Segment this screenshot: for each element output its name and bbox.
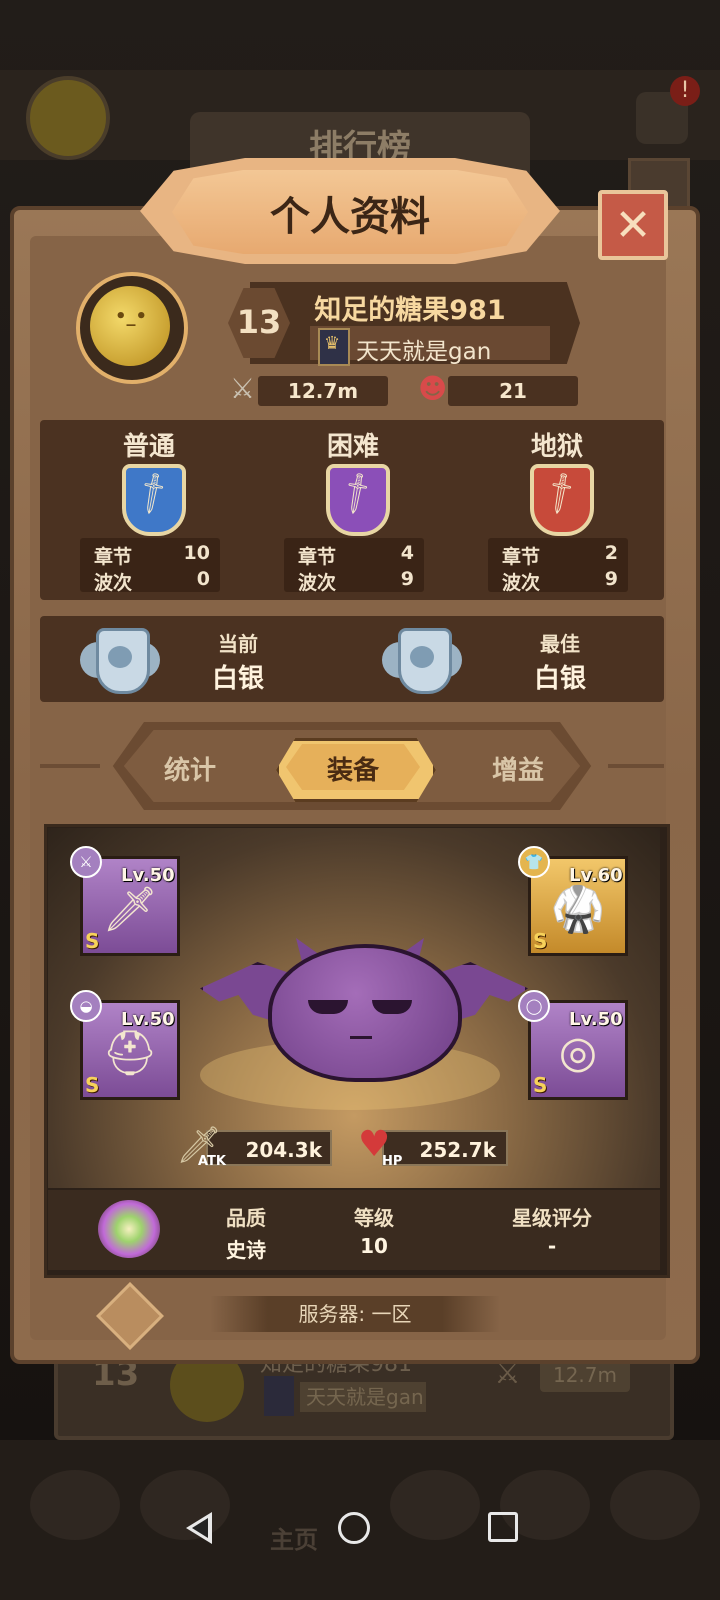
- recent-apps-icon[interactable]: [488, 1512, 518, 1542]
- weapon-slot-badge-icon: ⚔: [70, 846, 102, 878]
- guild-banner-icon: [318, 328, 350, 366]
- silver-rank-emblem-icon: [80, 624, 160, 694]
- tab-decoration: [608, 764, 664, 768]
- emblem-core: [410, 646, 434, 668]
- wave-value: 9: [604, 568, 618, 590]
- mode-title-hell: 地狱: [530, 432, 583, 462]
- helmet-slot-badge-icon: ◒: [70, 990, 102, 1022]
- mode-title-normal: 普通: [122, 432, 175, 462]
- ring-grade: S: [533, 1073, 548, 1097]
- armor-slot-badge-icon: 👕: [518, 846, 550, 878]
- silver-rank-emblem-icon: [382, 624, 462, 694]
- weapon-grade: S: [85, 929, 100, 953]
- helmet-icon: ⛑: [102, 1028, 158, 1079]
- ring-level: Lv.50: [569, 1009, 623, 1030]
- hp-label: HP: [382, 1154, 403, 1169]
- current-rank-label: 当前: [218, 632, 258, 656]
- wave-value: 9: [400, 568, 414, 590]
- purple-bat-slime-icon[interactable]: [268, 944, 462, 1082]
- star-rating-label: 星级评分: [512, 1206, 592, 1230]
- best-rank-label: 最佳: [540, 632, 580, 656]
- background-row-guild: 天天就是gan: [300, 1382, 426, 1412]
- helmet-level: Lv.50: [121, 1009, 175, 1030]
- level-number: 13: [236, 303, 282, 341]
- guild-name: 天天就是gan: [356, 339, 492, 365]
- level-value: 10: [360, 1234, 388, 1258]
- level-label: 等级: [354, 1206, 394, 1230]
- armor-level: Lv.60: [569, 865, 623, 886]
- chapter-value: 4: [400, 542, 414, 564]
- current-rank-value: 白银: [211, 664, 264, 694]
- weapon-level: Lv.50: [121, 865, 175, 886]
- kill-count: 21: [448, 376, 578, 406]
- tab-stats[interactable]: 统计: [130, 750, 250, 787]
- demon-face-icon: ☻: [418, 372, 448, 405]
- chapter-label: 章节: [298, 546, 337, 568]
- server-label: 服务器: 一区: [210, 1296, 500, 1332]
- tab-equipment[interactable]: 装备: [293, 750, 413, 787]
- avatar-face: •_•: [114, 306, 147, 327]
- emblem-core: [108, 646, 132, 668]
- chapter-label: 章节: [94, 546, 133, 568]
- home-icon[interactable]: [338, 1512, 370, 1544]
- chapter-value: 10: [183, 542, 210, 564]
- wave-label: 波次: [298, 572, 337, 594]
- ring-icon: ◎: [558, 1027, 598, 1078]
- atk-label: ATK: [198, 1154, 226, 1169]
- chapter-label: 章节: [502, 546, 541, 568]
- combat-power: 12.7m: [258, 376, 388, 406]
- wave-label: 波次: [502, 572, 541, 594]
- robe-icon: 🥋: [550, 884, 606, 935]
- back-icon-inner: [192, 1518, 208, 1538]
- wave-value: 0: [196, 568, 210, 590]
- crossed-swords-icon: ⚔: [230, 372, 256, 405]
- close-icon: ✕: [614, 199, 652, 251]
- chapter-value: 2: [604, 542, 618, 564]
- blade-icon: 🗡: [102, 884, 158, 935]
- quality-label: 品质: [226, 1206, 266, 1230]
- best-rank-value: 白银: [533, 664, 586, 694]
- star-rating-value: -: [547, 1234, 557, 1258]
- wave-label: 波次: [94, 572, 133, 594]
- background-row-guild-banner-icon: [264, 1376, 294, 1416]
- system-nav-bar: [0, 1490, 720, 1600]
- pet-mouth: [350, 1028, 372, 1039]
- page-title: 个人资料: [270, 194, 430, 240]
- ring-slot-badge-icon: ◯: [518, 990, 550, 1022]
- player-name: 知足的糖果981: [314, 295, 506, 326]
- mode-title-hard: 困难: [326, 432, 379, 462]
- background-avatar: [26, 76, 110, 160]
- quality-value: 史诗: [226, 1238, 266, 1262]
- close-button[interactable]: ✕: [598, 190, 668, 260]
- helmet-grade: S: [85, 1073, 100, 1097]
- armor-grade: S: [533, 929, 548, 953]
- tab-buffs[interactable]: 增益: [458, 750, 578, 787]
- star-emblem-icon: [98, 1200, 160, 1258]
- tab-decoration: [40, 764, 100, 768]
- notification-dot: !: [670, 76, 700, 106]
